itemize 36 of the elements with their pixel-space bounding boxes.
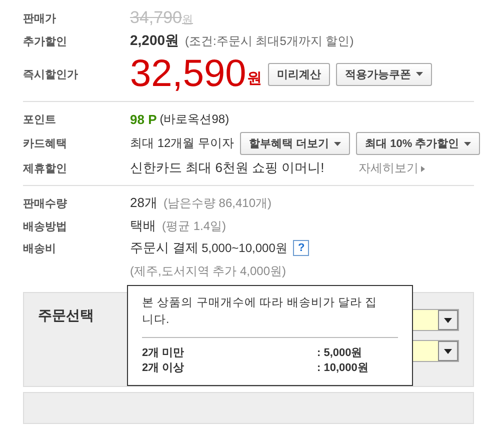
quantity-value: 28개 [130, 194, 158, 212]
discount-amount: 2,200원 [130, 32, 180, 50]
currency-unit: 원 [247, 69, 262, 88]
discount-condition: (조건:주문시 최대5개까지 할인) [185, 32, 354, 50]
button[interactable]: 미리계산 [268, 62, 330, 86]
field-label: 포인트 [23, 112, 57, 126]
field-label: 판매수량 [23, 196, 68, 210]
dropdown-button[interactable]: 적용가능쿠폰 [336, 62, 432, 86]
fee-note: (제주,도서지역 추가 4,000원) [130, 263, 288, 280]
field-label: 배송비 [23, 242, 57, 256]
field-label: 판매가 [23, 12, 57, 26]
tier-condition: 2개 미만 [142, 346, 186, 361]
tooltip-message: 본 상품의 구매개수에 따라 배송비가 달라 집니다. [142, 295, 398, 338]
fee-amount: 5,000~10,000원 [202, 240, 288, 256]
field-label: 배송방법 [23, 220, 68, 234]
field-label: 추가할인 [23, 34, 68, 48]
details-link[interactable]: 자세히보기 [358, 160, 426, 176]
sale-price: 32,590 [130, 54, 246, 94]
tier-fee: : 5,000원 [317, 346, 362, 361]
points-note: (바로옥션98) [160, 110, 230, 128]
method-note: (평균 1.4일) [162, 218, 226, 234]
dropdown-button[interactable]: 최대 10% 추가할인 [356, 132, 480, 155]
field-label: 즉시할인가 [23, 68, 79, 82]
dropdown-button[interactable]: 할부혜택 더보기 [240, 132, 350, 155]
field-label: 카드혜택 [23, 137, 68, 151]
tier-condition: 2개 이상 [142, 361, 186, 376]
quantity-note: (남은수량 86,410개) [163, 194, 272, 212]
help-button[interactable]: ? [293, 240, 310, 256]
points-amount: 98 P [130, 112, 157, 126]
method-value: 택배 [130, 217, 156, 235]
fee-text: 주문시 결제 [130, 239, 199, 257]
card-benefit: 최대 12개월 무이자 [130, 135, 234, 152]
order-label: 주문선택 [38, 307, 95, 325]
field-label: 제휴할인 [23, 162, 68, 176]
tier-fee: : 10,000원 [317, 361, 368, 376]
partner-discount: 신한카드 최대 6천원 쇼핑 이머니! [130, 159, 324, 177]
